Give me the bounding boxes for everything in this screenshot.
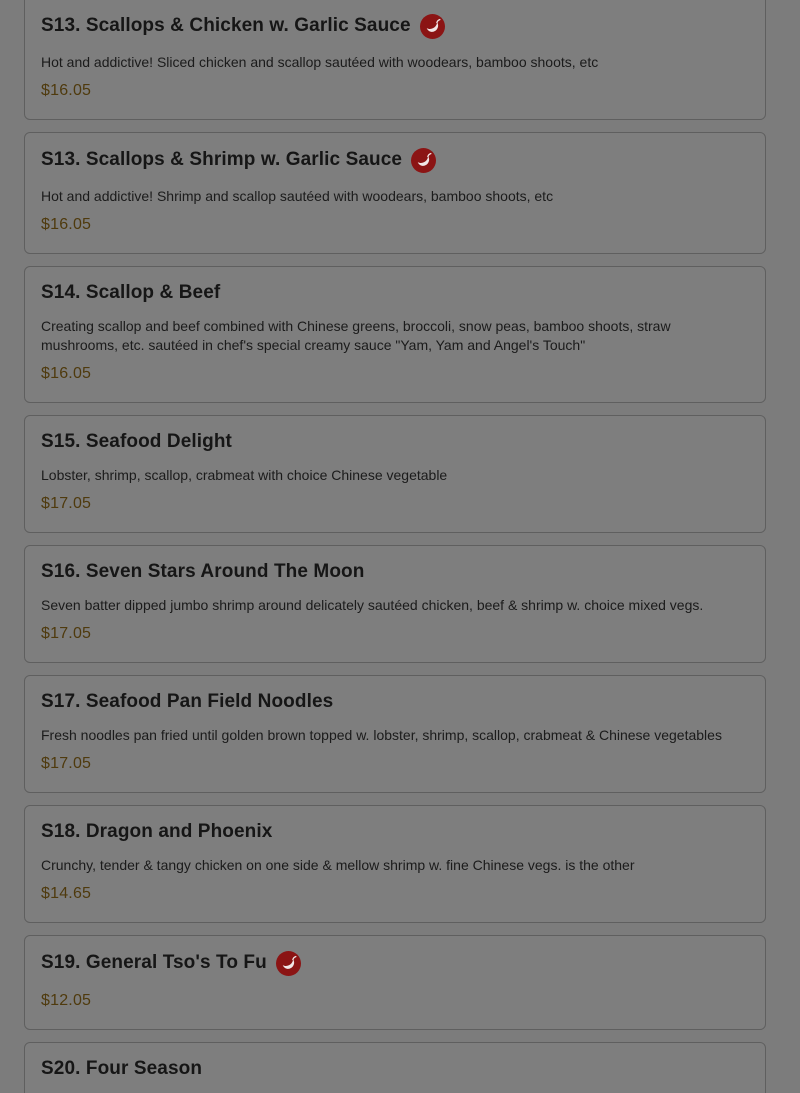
menu-item-title-row: S19. General Tso's To Fu	[41, 949, 749, 977]
menu-item-list: S13. Scallops & Chicken w. Garlic Sauce …	[0, 0, 800, 1093]
menu-item-card[interactable]: S14. Scallop & Beef Creating scallop and…	[24, 266, 766, 403]
menu-item-title-row: S15. Seafood Delight	[41, 428, 749, 456]
menu-item-price: $17.05	[41, 755, 92, 772]
menu-item-price: $16.05	[41, 216, 92, 233]
menu-item-price: $17.05	[41, 625, 92, 642]
menu-item-description: Seven batter dipped jumbo shrimp around …	[41, 597, 704, 613]
menu-item-description: Crunchy, tender & tangy chicken on one s…	[41, 857, 635, 873]
menu-item-title: S13. Scallops & Shrimp w. Garlic Sauce	[41, 149, 403, 170]
menu-item-description: Fresh noodles pan fried until golden bro…	[41, 727, 722, 743]
menu-item-card[interactable]: S17. Seafood Pan Field Noodles Fresh noo…	[24, 675, 766, 793]
menu-item-card[interactable]: S13. Scallops & Shrimp w. Garlic Sauce H…	[24, 132, 766, 254]
chili-pepper-icon	[419, 13, 445, 39]
menu-item-price: $17.05	[41, 495, 92, 512]
menu-item-description: Creating scallop and beef combined with …	[41, 318, 671, 353]
menu-item-title: S13. Scallops & Chicken w. Garlic Sauce	[41, 15, 411, 36]
menu-item-price: $14.65	[41, 885, 92, 902]
chili-pepper-icon	[411, 147, 437, 173]
chili-pepper-icon	[275, 950, 301, 976]
menu-item-description: Lobster, shrimp, scallop, crabmeat with …	[41, 467, 448, 483]
menu-item-card[interactable]: S16. Seven Stars Around The Moon Seven b…	[24, 545, 766, 663]
menu-item-description: Hot and addictive! Sliced chicken and sc…	[41, 54, 599, 70]
menu-item-card[interactable]: S15. Seafood Delight Lobster, shrimp, sc…	[24, 415, 766, 533]
menu-item-title: S18. Dragon and Phoenix	[41, 821, 273, 842]
menu-item-price: $16.05	[41, 82, 92, 99]
menu-item-title: S15. Seafood Delight	[41, 431, 232, 452]
menu-item-title: S20. Four Season	[41, 1058, 203, 1079]
menu-item-price: $12.05	[41, 992, 92, 1009]
menu-item-title-row: S18. Dragon and Phoenix	[41, 818, 749, 846]
menu-item-title: S14. Scallop & Beef	[41, 282, 221, 303]
menu-item-description: Hot and addictive! Shrimp and scallop sa…	[41, 188, 554, 204]
menu-item-price: $16.05	[41, 365, 92, 382]
menu-item-card[interactable]: S18. Dragon and Phoenix Crunchy, tender …	[24, 805, 766, 923]
menu-item-title-row: S20. Four Season	[41, 1055, 749, 1083]
menu-item-title: S17. Seafood Pan Field Noodles	[41, 691, 334, 712]
menu-item-title-row: S17. Seafood Pan Field Noodles	[41, 688, 749, 716]
menu-item-title-row: S13. Scallops & Chicken w. Garlic Sauce	[41, 12, 749, 40]
menu-item-title: S19. General Tso's To Fu	[41, 952, 267, 973]
menu-item-card[interactable]: S13. Scallops & Chicken w. Garlic Sauce …	[24, 0, 766, 120]
menu-item-title-row: S13. Scallops & Shrimp w. Garlic Sauce	[41, 146, 749, 174]
menu-item-title-row: S16. Seven Stars Around The Moon	[41, 558, 749, 586]
menu-item-card[interactable]: S19. General Tso's To Fu $12.05	[24, 935, 766, 1030]
menu-item-card[interactable]: S20. Four Season	[24, 1042, 766, 1093]
menu-item-title-row: S14. Scallop & Beef	[41, 279, 749, 307]
menu-item-title: S16. Seven Stars Around The Moon	[41, 561, 365, 582]
